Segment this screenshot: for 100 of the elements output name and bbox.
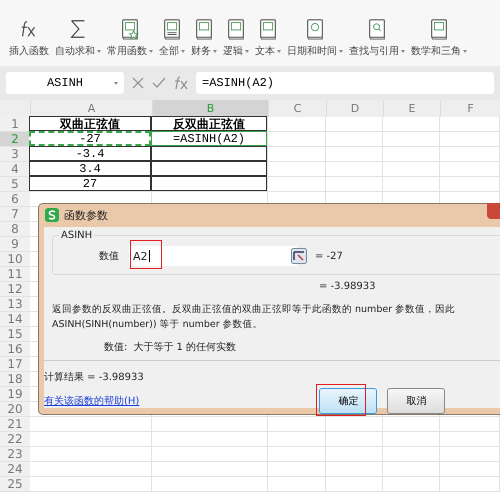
row-header[interactable]: 6 — [0, 192, 30, 207]
grid-cell[interactable] — [268, 462, 326, 477]
row-header[interactable]: 1 — [0, 117, 30, 132]
row-header[interactable]: 7 — [0, 207, 30, 222]
grid-cell[interactable] — [440, 162, 500, 177]
ribbon-button[interactable]: 数学和三角 — [408, 18, 470, 58]
grid-cell[interactable] — [326, 462, 383, 477]
grid-cell[interactable] — [383, 432, 440, 447]
grid-cell[interactable] — [326, 132, 383, 147]
grid-cell[interactable] — [440, 447, 500, 462]
grid-cell[interactable] — [268, 477, 326, 492]
grid-cell[interactable] — [268, 117, 326, 132]
row-header[interactable]: 15 — [0, 327, 30, 342]
row-header[interactable]: 16 — [0, 342, 30, 357]
row-header[interactable]: 18 — [0, 372, 30, 387]
grid-cell[interactable] — [383, 417, 440, 432]
grid-cell[interactable] — [440, 477, 500, 492]
row-header[interactable]: 24 — [0, 462, 30, 477]
row-header[interactable]: 13 — [0, 297, 30, 312]
row-header[interactable]: 23 — [0, 447, 30, 462]
grid-cell[interactable] — [383, 132, 440, 147]
grid-cell[interactable] — [152, 417, 268, 432]
grid-cell[interactable] — [440, 432, 500, 447]
column-header[interactable]: C — [268, 100, 326, 117]
ribbon-button[interactable]: 自动求和 — [52, 18, 104, 58]
grid-cell[interactable] — [440, 147, 500, 162]
grid-cell[interactable] — [383, 477, 440, 492]
grid-cell[interactable] — [326, 447, 383, 462]
grid-cell[interactable] — [268, 432, 326, 447]
row-header[interactable]: 3 — [0, 147, 30, 162]
column-header[interactable]: B — [152, 100, 268, 117]
row-header[interactable]: 19 — [0, 387, 30, 402]
grid-cell[interactable] — [326, 417, 383, 432]
grid-cell[interactable] — [30, 447, 152, 462]
grid-cell[interactable] — [30, 477, 152, 492]
row-header[interactable]: 14 — [0, 312, 30, 327]
row-header[interactable]: 9 — [0, 237, 30, 252]
ribbon-button[interactable]: 财务 — [188, 18, 220, 58]
fx-icon[interactable] — [173, 76, 189, 90]
ribbon-button[interactable]: 文本 — [252, 18, 284, 58]
row-header[interactable]: 8 — [0, 222, 30, 237]
grid-cell[interactable] — [268, 162, 326, 177]
ok-button[interactable]: 确定 — [319, 388, 378, 414]
ribbon-button[interactable]: 插入函数 — [6, 18, 52, 58]
row-header[interactable]: 2 — [0, 132, 30, 147]
grid-cell[interactable] — [268, 177, 326, 192]
help-link[interactable]: 有关该函数的帮助(H) — [44, 394, 140, 408]
grid-cell[interactable] — [326, 162, 383, 177]
grid-cell[interactable] — [440, 462, 500, 477]
row-header[interactable]: 10 — [0, 252, 30, 267]
row-header[interactable]: 22 — [0, 432, 30, 447]
range-picker-icon[interactable] — [291, 248, 307, 264]
ribbon-button[interactable]: 全部 — [156, 18, 188, 58]
grid-cell[interactable] — [152, 447, 268, 462]
ribbon-button[interactable]: 常用函数 — [104, 18, 156, 58]
grid-cell[interactable] — [152, 432, 268, 447]
grid-cell[interactable] — [268, 132, 326, 147]
grid-cell[interactable] — [383, 462, 440, 477]
grid-cell[interactable] — [383, 147, 440, 162]
grid-cell[interactable] — [383, 447, 440, 462]
grid-cell[interactable] — [440, 117, 500, 132]
grid-cell[interactable] — [383, 177, 440, 192]
name-box[interactable]: ASINH — [6, 72, 124, 94]
cancel-icon[interactable] — [131, 76, 145, 90]
grid-cell[interactable] — [440, 417, 500, 432]
grid-cell[interactable] — [268, 447, 326, 462]
column-header[interactable]: D — [326, 100, 383, 117]
row-header[interactable]: 11 — [0, 267, 30, 282]
cancel-button[interactable]: 取消 — [387, 388, 446, 414]
formula-field[interactable]: =ASINH(A2) — [196, 72, 494, 94]
ribbon-button[interactable]: 逻辑 — [220, 18, 252, 58]
grid-cell[interactable] — [440, 132, 500, 147]
grid-cell[interactable] — [326, 432, 383, 447]
row-header[interactable]: 4 — [0, 162, 30, 177]
ribbon-button[interactable]: 查找与引用 — [346, 18, 408, 58]
grid-cell[interactable] — [268, 417, 326, 432]
row-header[interactable]: 17 — [0, 357, 30, 372]
check-icon[interactable] — [152, 76, 166, 90]
grid-cell[interactable] — [30, 417, 152, 432]
grid-cell[interactable] — [326, 177, 383, 192]
row-header[interactable]: 21 — [0, 417, 30, 432]
grid-cell[interactable] — [326, 147, 383, 162]
grid-cell[interactable] — [326, 477, 383, 492]
grid-cell[interactable] — [268, 147, 326, 162]
column-header[interactable]: F — [440, 100, 500, 117]
row-header[interactable]: 12 — [0, 282, 30, 297]
grid-cell[interactable] — [30, 432, 152, 447]
row-header[interactable]: 25 — [0, 477, 30, 492]
grid-cell[interactable] — [383, 117, 440, 132]
grid-cell[interactable] — [30, 462, 152, 477]
grid-cell[interactable] — [152, 462, 268, 477]
grid-cell[interactable] — [326, 117, 383, 132]
grid-cell[interactable] — [383, 162, 440, 177]
grid-cell[interactable] — [152, 477, 268, 492]
row-header[interactable]: 20 — [0, 402, 30, 417]
argument-field[interactable]: A2 — [129, 246, 297, 266]
grid-cell[interactable] — [440, 177, 500, 192]
ribbon-button[interactable]: 日期和时间 — [284, 18, 346, 58]
column-header[interactable]: E — [383, 100, 440, 117]
row-header[interactable]: 5 — [0, 177, 30, 192]
